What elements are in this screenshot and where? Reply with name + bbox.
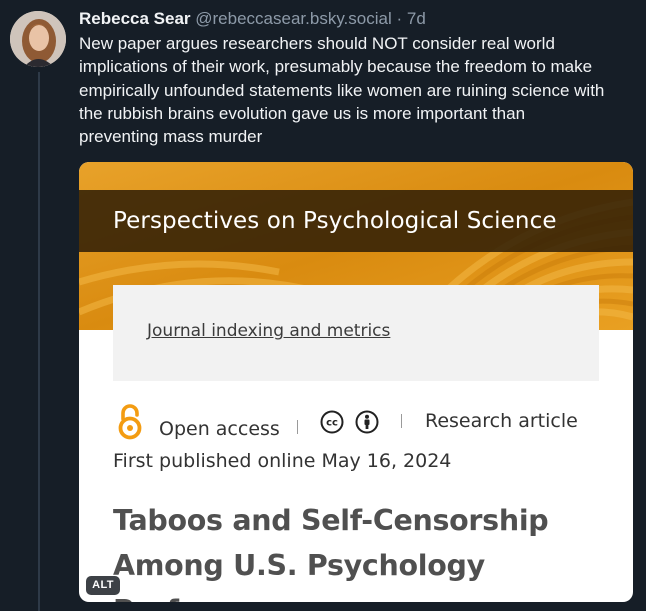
alt-text-badge[interactable]: ALT: [86, 576, 120, 595]
attribution-icon: [355, 410, 379, 434]
post: Rebecca Sear @rebeccasear.bsky.social · …: [79, 8, 639, 148]
journal-name: Perspectives on Psychological Science: [113, 208, 557, 234]
open-access-lock-icon: [118, 404, 142, 440]
avatar[interactable]: [10, 11, 66, 67]
metrics-box: Journal indexing and metrics: [113, 285, 599, 381]
post-header: Rebecca Sear @rebeccasear.bsky.social · …: [79, 8, 639, 30]
article-title: Taboos and Self-Censorship Among U.S. Ps…: [113, 504, 549, 602]
post-timestamp[interactable]: 7d: [407, 9, 426, 28]
author-name[interactable]: Rebecca Sear: [79, 9, 191, 28]
publication-date: First published online May 16, 2024: [113, 450, 452, 472]
article-type: Research article: [425, 410, 578, 432]
avatar-image: [10, 11, 66, 67]
thread-line: [38, 72, 40, 611]
svg-text:cc: cc: [326, 418, 338, 429]
meta-divider: [401, 414, 402, 428]
creative-commons-icon: cc: [320, 410, 344, 434]
journal-metrics-link[interactable]: Journal indexing and metrics: [147, 321, 390, 341]
article-meta-row: Open access cc Research article: [113, 404, 613, 444]
post-text: New paper argues researchers should NOT …: [79, 34, 605, 147]
author-handle[interactable]: @rebeccasear.bsky.social: [195, 9, 391, 28]
image-card[interactable]: Perspectives on Psychological Science Jo…: [79, 162, 633, 602]
meta-divider: [297, 420, 298, 434]
time-separator: ·: [391, 9, 407, 28]
open-access-label: Open access: [159, 418, 280, 440]
